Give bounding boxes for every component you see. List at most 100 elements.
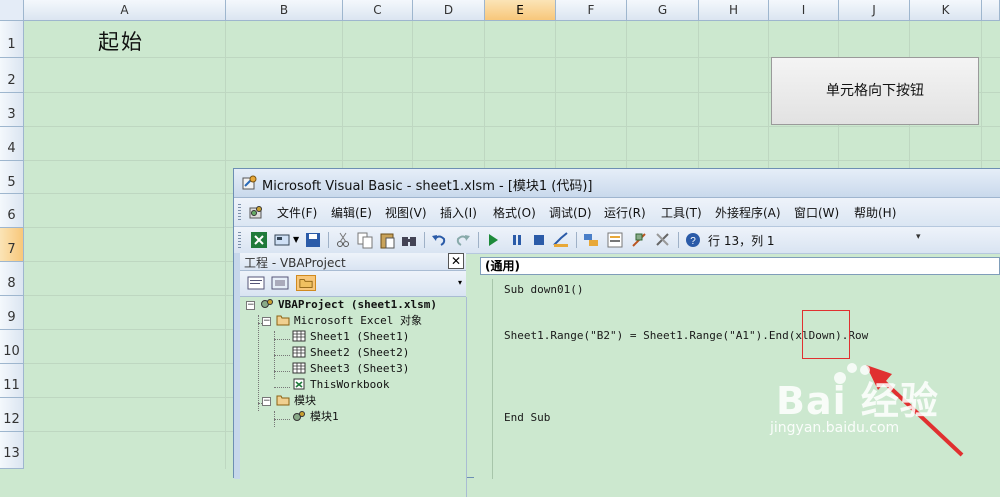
title-bar[interactable]: Microsoft Visual Basic - sheet1.xlsm - [… [234, 169, 1000, 198]
toolbar-separator [328, 232, 329, 248]
tree-item-project[interactable]: VBAProject (sheet1.xlsm) [260, 297, 437, 313]
column-header-f[interactable]: F [556, 0, 627, 21]
cursor-position: 行 13，列 1 [708, 234, 775, 248]
row-header-6[interactable]: 6 [0, 194, 24, 228]
view-excel-icon[interactable] [250, 231, 268, 249]
code-editor[interactable]: Sub down01() Sheet1.Range("B2") = Sheet1… [474, 279, 1000, 479]
menu-window[interactable]: 窗口(W) [794, 204, 839, 221]
cut-icon[interactable] [334, 231, 352, 249]
properties-icon[interactable] [606, 231, 624, 249]
row-header-1[interactable]: 1 [0, 21, 24, 58]
tree-line [258, 315, 259, 411]
vba-project-icon [261, 299, 273, 308]
menu-tools[interactable]: 工具(T) [661, 204, 702, 221]
close-icon[interactable]: ✕ [448, 253, 464, 269]
project-explorer-toolbar: ▾ [240, 271, 466, 297]
menu-addins[interactable]: 外接程序(A) [715, 204, 781, 221]
undo-icon[interactable] [430, 231, 448, 249]
code-line[interactable]: End Sub [504, 411, 550, 424]
menu-format[interactable]: 格式(O) [493, 204, 536, 221]
row-header-3[interactable]: 3 [0, 93, 24, 127]
menu-edit[interactable]: 编辑(E) [331, 204, 372, 221]
menu-file[interactable]: 文件(F) [277, 204, 317, 221]
column-header-k[interactable]: K [910, 0, 982, 21]
insert-module-icon[interactable] [274, 231, 292, 249]
move-down-button[interactable]: 单元格向下按钮 [771, 57, 979, 125]
toolbox-icon[interactable] [654, 231, 672, 249]
toolbar-grip-icon[interactable] [238, 232, 241, 248]
column-header-j[interactable]: J [839, 0, 910, 21]
vba-menu-icon[interactable] [248, 204, 264, 220]
tree-item-sheet1-label: Sheet1 (Sheet1) [310, 330, 410, 343]
design-mode-icon[interactable] [552, 231, 570, 249]
row-header-9[interactable]: 9 [0, 296, 24, 330]
column-header-e[interactable]: E [485, 0, 556, 21]
highlight-box [802, 310, 850, 359]
code-margin-bar[interactable] [474, 279, 493, 479]
paste-icon[interactable] [378, 231, 396, 249]
tree-item-excel-objects-label: Microsoft Excel 对象 [294, 314, 422, 327]
folder-icon [276, 395, 290, 406]
find-icon[interactable] [400, 231, 418, 249]
collapse-modules-icon[interactable]: − [262, 397, 271, 406]
cell-a1-text[interactable]: 起始 [98, 26, 144, 56]
column-header-b[interactable]: B [226, 0, 343, 21]
tree-item-module1[interactable]: 模块1 [292, 409, 339, 425]
row-header-5[interactable]: 5 [0, 161, 24, 194]
tree-line [274, 339, 290, 340]
code-line[interactable]: Sub down01() [504, 283, 583, 296]
column-header-i[interactable]: I [769, 0, 839, 21]
grid-line [24, 160, 1000, 161]
column-header-g[interactable]: G [627, 0, 699, 21]
tree-item-sheet2[interactable]: Sheet2 (Sheet2) [292, 345, 409, 361]
row-header-7[interactable]: 7 [0, 228, 24, 262]
menu-run[interactable]: 运行(R) [604, 204, 646, 221]
view-code-icon[interactable] [246, 275, 266, 291]
view-object-icon[interactable] [270, 275, 290, 291]
menu-help[interactable]: 帮助(H) [854, 204, 896, 221]
row-header-11[interactable]: 11 [0, 364, 24, 398]
redo-icon[interactable] [454, 231, 472, 249]
tree-item-sheet1[interactable]: Sheet1 (Sheet1) [292, 329, 409, 345]
worksheet-icon [292, 346, 306, 358]
collapse-excel-objects-icon[interactable]: − [262, 317, 271, 326]
insert-dropdown-icon[interactable]: ▼ [293, 235, 299, 244]
break-icon[interactable] [508, 231, 526, 249]
reset-icon[interactable] [530, 231, 548, 249]
row-header-4[interactable]: 4 [0, 127, 24, 161]
column-header-d[interactable]: D [413, 0, 485, 21]
help-icon[interactable]: ? [684, 231, 702, 249]
column-header-a[interactable]: A [24, 0, 226, 21]
project-explorer-icon[interactable] [582, 231, 600, 249]
menu-view[interactable]: 视图(V) [385, 204, 427, 221]
tree-item-excel-objects[interactable]: Microsoft Excel 对象 [276, 313, 422, 329]
worksheet-icon [292, 362, 306, 374]
tree-item-thisworkbook[interactable]: ThisWorkbook [292, 377, 389, 393]
run-icon[interactable] [484, 231, 502, 249]
menu-debug[interactable]: 调试(D) [549, 204, 592, 221]
project-toolbar-overflow-icon[interactable]: ▾ [458, 278, 462, 287]
menubar-grip-icon[interactable] [238, 204, 241, 220]
copy-icon[interactable] [356, 231, 374, 249]
row-header-2[interactable]: 2 [0, 58, 24, 93]
tree-item-sheet3[interactable]: Sheet3 (Sheet3) [292, 361, 409, 377]
row-header-12[interactable]: 12 [0, 398, 24, 432]
row-header-8[interactable]: 8 [0, 262, 24, 296]
object-combo[interactable]: (通用) [480, 257, 1000, 275]
collapse-project-icon[interactable]: − [246, 301, 255, 310]
column-header-c[interactable]: C [343, 0, 413, 21]
column-header-overflow[interactable] [982, 0, 1000, 21]
save-icon[interactable] [304, 231, 322, 249]
workbook-icon [293, 378, 305, 390]
toolbar-overflow-icon[interactable]: ▾ [916, 232, 926, 248]
column-header-h[interactable]: H [699, 0, 769, 21]
tree-item-sheet3-label: Sheet3 (Sheet3) [310, 362, 410, 375]
tree-item-modules-folder[interactable]: 模块 [276, 393, 316, 409]
toolbar-separator [478, 232, 479, 248]
row-header-10[interactable]: 10 [0, 330, 24, 364]
object-browser-icon[interactable] [630, 231, 648, 249]
menu-insert[interactable]: 插入(I) [440, 204, 477, 221]
row-header-13[interactable]: 13 [0, 432, 24, 469]
select-all-corner[interactable] [0, 0, 24, 21]
toggle-folders-icon[interactable] [296, 275, 316, 291]
